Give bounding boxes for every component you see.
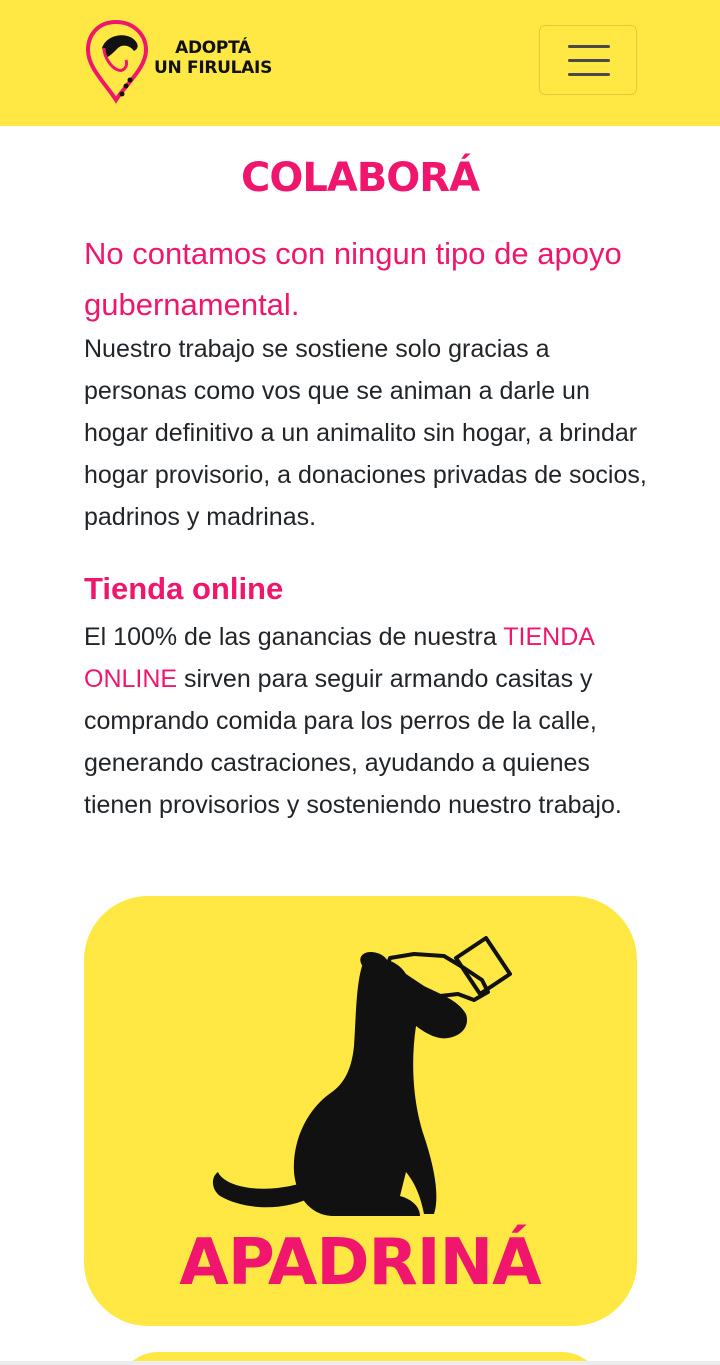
- sponsor-card-label: APADRINÁ: [179, 1226, 541, 1300]
- site-logo[interactable]: ADOPTÁ UN FIRULAIS: [84, 18, 284, 104]
- menu-toggle-button[interactable]: [539, 25, 637, 95]
- hamburger-icon-middle: [568, 59, 610, 62]
- logo-text: ADOPTÁ UN FIRULAIS: [148, 38, 288, 78]
- shop-heading: Tienda online: [84, 571, 284, 606]
- logo-line2: UN FIRULAIS: [153, 58, 273, 78]
- bottom-divider: [0, 1361, 720, 1365]
- shop-text-before: El 100% de las ganancias de nuestra: [84, 623, 504, 651]
- hamburger-icon: [568, 45, 610, 48]
- hamburger-icon-bottom: [568, 73, 610, 76]
- intro-paragraph: Nuestro trabajo se sostiene solo gracias…: [84, 335, 647, 531]
- navbar: ADOPTÁ UN FIRULAIS: [0, 0, 720, 126]
- logo-line1: ADOPTÁ: [175, 38, 251, 58]
- lead-text: No contamos con ningun tipo de apoyo gub…: [84, 236, 622, 322]
- page-title: COLABORÁ: [240, 155, 480, 201]
- shop-paragraph: El 100% de las ganancias de nuestra TIEN…: [84, 616, 654, 826]
